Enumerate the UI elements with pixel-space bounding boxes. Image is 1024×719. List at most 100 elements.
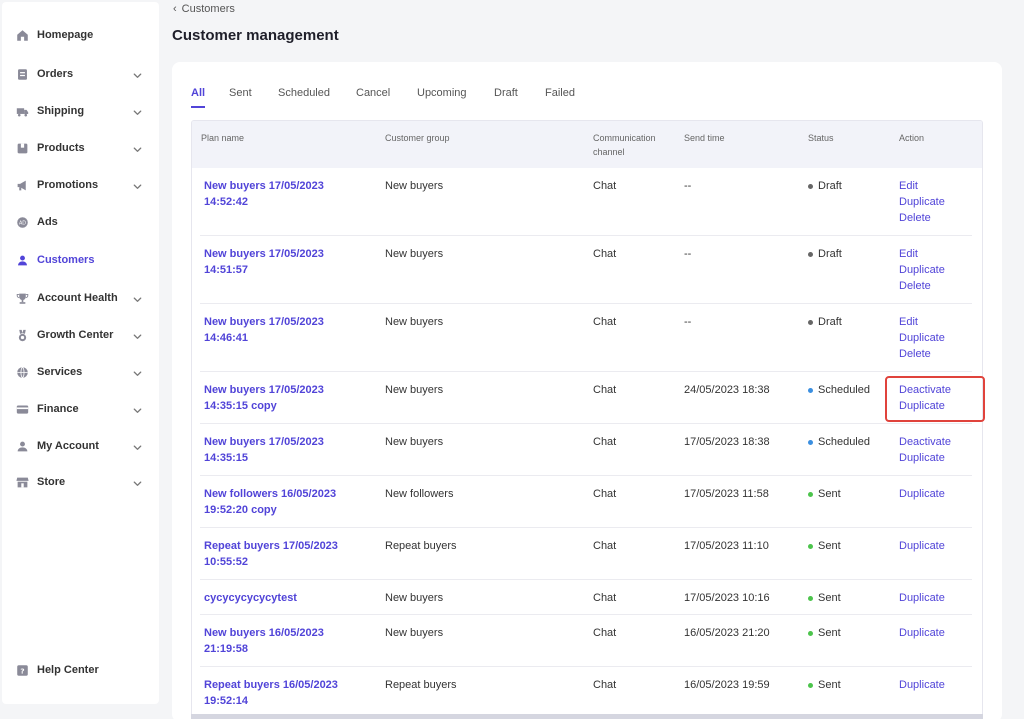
status-dot	[808, 491, 813, 497]
actions-cell: Edit Duplicate Delete	[899, 178, 945, 226]
megaphone-icon	[16, 179, 29, 192]
table-header: Plan name Customer group Communication c…	[192, 121, 982, 168]
sidebar-item-help-center[interactable]: ? Help Center	[2, 655, 159, 685]
status-label: Draft	[818, 248, 842, 260]
tab-draft[interactable]: Draft	[494, 87, 518, 99]
chevron-down-icon[interactable]	[132, 142, 143, 153]
sidebar-item-label: Shipping	[37, 105, 85, 117]
plan-name-link[interactable]: New buyers 17/05/2023 14:52:42	[204, 178, 354, 210]
sidebar-item-account-health[interactable]: Account Health	[2, 283, 159, 313]
breadcrumb[interactable]: ‹ Customers	[173, 3, 235, 15]
duplicate-link[interactable]: Duplicate	[899, 262, 945, 278]
duplicate-link[interactable]: Duplicate	[899, 538, 945, 554]
sidebar-item-finance[interactable]: Finance	[2, 394, 159, 424]
status-label: Sent	[818, 627, 841, 639]
chevron-down-icon[interactable]	[132, 179, 143, 190]
plan-name-link[interactable]: New buyers 16/05/2023 21:19:58	[204, 625, 354, 657]
globe-icon	[16, 366, 29, 379]
sidebar-item-promotions[interactable]: Promotions	[2, 170, 159, 200]
plan-name-link[interactable]: New buyers 17/05/2023 14:35:15 copy	[204, 382, 354, 414]
channel-cell: Chat	[593, 592, 617, 604]
header-send-time: Send time	[684, 133, 725, 143]
status-dot	[808, 183, 813, 189]
edit-link[interactable]: Edit	[899, 246, 945, 262]
deactivate-link[interactable]: Deactivate	[899, 434, 951, 450]
delete-link[interactable]: Delete	[899, 278, 945, 294]
plan-name-link[interactable]: New buyers 17/05/2023 14:35:15	[204, 434, 354, 466]
customer-group-cell: Repeat buyers	[385, 679, 457, 691]
sidebar-item-homepage[interactable]: Homepage	[2, 20, 159, 50]
plan-name-line: cycycycycycytest	[204, 592, 297, 604]
deactivate-link[interactable]: Deactivate	[899, 382, 951, 398]
delete-link[interactable]: Delete	[899, 346, 945, 362]
status-dot	[808, 543, 813, 549]
status-dot	[808, 595, 813, 601]
actions-cell: Duplicate	[899, 590, 945, 606]
sidebar-item-services[interactable]: Services	[2, 357, 159, 387]
duplicate-link[interactable]: Duplicate	[899, 398, 951, 414]
tab-failed[interactable]: Failed	[545, 87, 575, 99]
plan-name-line: New followers 16/05/2023	[204, 488, 337, 500]
delete-link[interactable]: Delete	[899, 210, 945, 226]
table-row: New buyers 17/05/2023 14:46:41 New buyers C…	[192, 304, 982, 372]
tab-all[interactable]: All	[191, 87, 205, 99]
sidebar-item-label: Homepage	[37, 29, 94, 41]
sidebar-item-label: Account Health	[37, 292, 118, 304]
chevron-down-icon[interactable]	[132, 476, 143, 487]
sidebar-item-my-account[interactable]: My Account	[2, 431, 159, 461]
plan-name-link[interactable]: cycycycycycytest	[204, 590, 354, 606]
sidebar-item-customers[interactable]: Customers	[2, 245, 159, 275]
duplicate-link[interactable]: Duplicate	[899, 486, 945, 502]
tab-scheduled[interactable]: Scheduled	[278, 87, 330, 99]
person-icon	[16, 254, 29, 267]
chevron-down-icon[interactable]	[132, 366, 143, 377]
status-label: Sent	[818, 679, 841, 691]
sidebar: Homepage Orders Shipping Products Promotions…	[2, 2, 159, 704]
duplicate-link[interactable]: Duplicate	[899, 625, 945, 641]
table-row: New buyers 16/05/2023 21:19:58 New buyers C…	[192, 615, 982, 667]
duplicate-link[interactable]: Duplicate	[899, 194, 945, 210]
header-channel-line2: channel	[593, 147, 625, 157]
sidebar-item-shipping[interactable]: Shipping	[2, 96, 159, 126]
plan-name-link[interactable]: New buyers 17/05/2023 14:46:41	[204, 314, 354, 346]
edit-link[interactable]: Edit	[899, 178, 945, 194]
breadcrumb-label: Customers	[181, 3, 235, 15]
edit-link[interactable]: Edit	[899, 314, 945, 330]
sidebar-item-growth-center[interactable]: Growth Center	[2, 320, 159, 350]
user-icon	[16, 440, 29, 453]
tab-cancel[interactable]: Cancel	[356, 87, 390, 99]
duplicate-link[interactable]: Duplicate	[899, 330, 945, 346]
sidebar-item-orders[interactable]: Orders	[2, 59, 159, 89]
plan-name-link[interactable]: Repeat buyers 16/05/2023 19:52:14	[204, 677, 354, 709]
duplicate-link[interactable]: Duplicate	[899, 450, 951, 466]
chevron-down-icon[interactable]	[132, 292, 143, 303]
sidebar-item-store[interactable]: Store	[2, 467, 159, 497]
plan-name-line: 14:35:15 copy	[204, 400, 277, 412]
sidebar-item-ads[interactable]: AD Ads	[2, 207, 159, 237]
duplicate-link[interactable]: Duplicate	[899, 677, 945, 693]
header-customer-group: Customer group	[385, 133, 450, 143]
tab-sent[interactable]: Sent	[229, 87, 252, 99]
status-label: Sent	[818, 488, 841, 500]
ads-icon: AD	[16, 216, 29, 229]
chevron-down-icon[interactable]	[132, 105, 143, 116]
plan-name-line: 14:35:15	[204, 452, 249, 464]
plan-name-link[interactable]: New followers 16/05/2023 19:52:20 copy	[204, 486, 354, 518]
plan-name-link[interactable]: Repeat buyers 17/05/2023 10:55:52	[204, 538, 354, 570]
campaign-table: Plan name Customer group Communication c…	[191, 120, 983, 719]
chevron-down-icon[interactable]	[132, 403, 143, 414]
chevron-down-icon[interactable]	[132, 329, 143, 340]
send-time-cell: 17/05/2023 11:58	[684, 488, 769, 500]
chevron-down-icon[interactable]	[132, 68, 143, 79]
page-title: Customer management	[172, 27, 339, 44]
chevron-down-icon[interactable]	[132, 440, 143, 451]
status-cell: Sent	[808, 625, 841, 641]
actions-cell: Duplicate	[899, 625, 945, 641]
duplicate-link[interactable]: Duplicate	[899, 590, 945, 606]
plan-name-link[interactable]: New buyers 17/05/2023 14:51:57	[204, 246, 354, 278]
send-time-cell: 24/05/2023 18:38	[684, 384, 770, 396]
plan-name-line: 14:46:41	[204, 332, 249, 344]
sidebar-item-products[interactable]: Products	[2, 133, 159, 163]
horizontal-scrollbar[interactable]	[191, 714, 983, 719]
tab-upcoming[interactable]: Upcoming	[417, 87, 467, 99]
